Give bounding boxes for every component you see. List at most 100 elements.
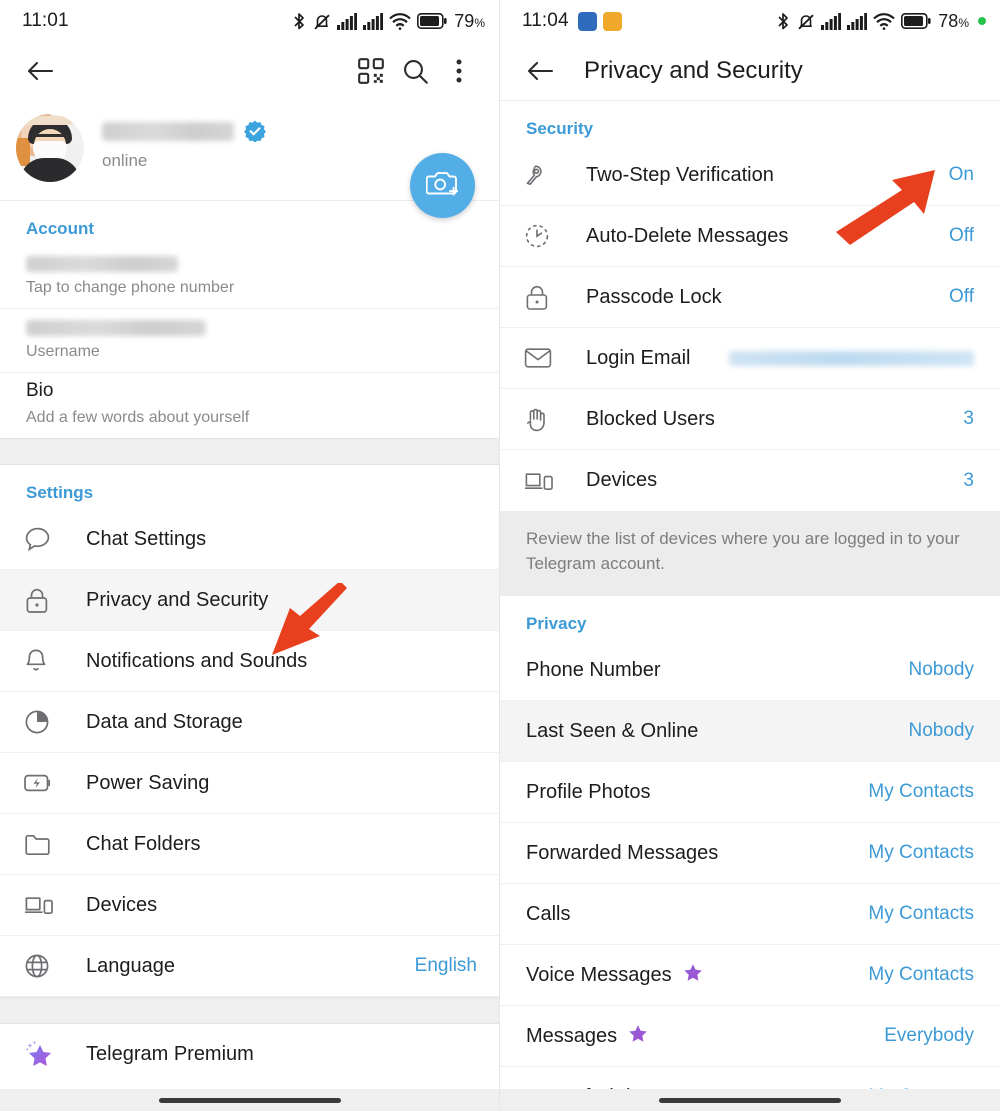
row-label: Login Email [586, 346, 691, 369]
language-value: English [414, 955, 477, 976]
signal-icon [847, 12, 868, 30]
settings-list: Chat Settings Privacy and Security Notif… [0, 509, 499, 997]
row-phone-number[interactable]: Phone Number Nobody [500, 640, 1000, 702]
back-arrow-icon[interactable] [518, 49, 562, 93]
mail-icon [524, 347, 558, 369]
status-time: 11:04 [522, 10, 569, 31]
row-label: Two-Step Verification [586, 163, 774, 186]
sidebar-item-telegram-premium[interactable]: Telegram Premium [0, 1024, 499, 1085]
profile-photos-privacy-value: My Contacts [868, 781, 974, 803]
profile-name-redacted [102, 121, 234, 141]
left-app-bar [0, 42, 499, 100]
row-messages[interactable]: Messages Everybody [500, 1006, 1000, 1068]
home-indicator[interactable] [159, 1097, 341, 1103]
right-pane-privacy-and-security: 11:04 78% Privacy and Security Security … [500, 0, 1000, 1111]
row-passcode-lock[interactable]: Passcode Lock Off [500, 267, 1000, 328]
system-nav-bar [0, 1089, 499, 1111]
account-row-subtitle: Add a few words about yourself [26, 409, 250, 426]
sidebar-item-label: Chat Folders [86, 832, 201, 855]
devices-note: Review the list of devices where you are… [500, 511, 1000, 597]
row-label: Last Seen & Online [526, 719, 699, 742]
last-seen-privacy-value: Nobody [908, 720, 975, 742]
wifi-icon [389, 12, 412, 30]
sidebar-item-chat-settings[interactable]: Chat Settings [0, 509, 499, 570]
home-indicator[interactable] [659, 1097, 841, 1103]
add-photo-icon [425, 168, 460, 203]
sidebar-item-language[interactable]: Language English [0, 936, 499, 997]
devices-icon [524, 470, 558, 492]
row-login-email[interactable]: Login Email [500, 328, 1000, 389]
row-profile-photos[interactable]: Profile Photos My Contacts [500, 762, 1000, 824]
sidebar-item-power-saving[interactable]: Power Saving [0, 753, 499, 814]
more-vertical-icon[interactable] [437, 49, 481, 93]
signal-icon [363, 12, 384, 30]
bluetooth-icon [775, 12, 791, 31]
forwarded-messages-privacy-value: My Contacts [868, 842, 974, 864]
signal-icon [821, 12, 842, 30]
account-row-subtitle: Username [26, 343, 100, 360]
section-gap [0, 997, 499, 1024]
row-label: Devices [586, 469, 658, 491]
voice-messages-privacy-value: My Contacts [868, 964, 974, 986]
account-row-phone[interactable]: Tap to change phone number [0, 245, 499, 309]
battery-bolt-icon [24, 773, 58, 793]
account-row-bio[interactable]: Bio Add a few words about yourself [0, 373, 499, 438]
wifi-icon [873, 12, 896, 30]
row-last-seen-and-online[interactable]: Last Seen & Online Nobody [500, 701, 1000, 763]
login-email-value-redacted [729, 350, 974, 366]
status-time: 11:01 [22, 10, 69, 31]
signal-icon [337, 12, 358, 30]
bluetooth-icon [291, 12, 307, 31]
status-indicators: 79% [291, 11, 485, 32]
vibrate-mute-icon [797, 12, 815, 31]
vibrate-mute-icon [313, 12, 331, 31]
profile-header[interactable]: online [0, 100, 499, 218]
row-forwarded-messages[interactable]: Forwarded Messages My Contacts [500, 823, 1000, 885]
avatar[interactable] [16, 114, 84, 182]
sidebar-item-label: Privacy and Security [86, 588, 269, 611]
devices-icon [24, 894, 58, 916]
passcode-lock-value: Off [949, 286, 974, 307]
bio-label: Bio [26, 380, 54, 401]
profile-name-row [102, 120, 266, 143]
sidebar-item-label: Notifications and Sounds [86, 649, 308, 672]
row-devices[interactable]: Devices 3 [500, 450, 1000, 511]
sidebar-item-devices[interactable]: Devices [0, 875, 499, 936]
sidebar-item-data-and-storage[interactable]: Data and Storage [0, 692, 499, 753]
sidebar-item-chat-folders[interactable]: Chat Folders [0, 814, 499, 875]
account-row-username[interactable]: Username [0, 309, 499, 373]
row-label: Profile Photos [526, 780, 651, 803]
auto-delete-messages-value: Off [949, 225, 974, 246]
row-blocked-users[interactable]: Blocked Users 3 [500, 389, 1000, 450]
account-list: Tap to change phone number Username Bio … [0, 245, 499, 438]
sidebar-item-notifications-and-sounds[interactable]: Notifications and Sounds [0, 631, 499, 692]
row-label: Calls [526, 902, 571, 925]
devices-count: 3 [963, 469, 974, 491]
pie-chart-icon [24, 709, 58, 735]
sidebar-item-privacy-and-security[interactable]: Privacy and Security [0, 570, 499, 631]
row-label: Auto-Delete Messages [586, 224, 789, 247]
row-two-step-verification[interactable]: Two-Step Verification On [500, 145, 1000, 206]
row-label: Voice Messages [526, 963, 672, 986]
battery-percent: 79% [454, 10, 485, 31]
status-indicators: 78% [775, 11, 986, 32]
two-step-verification-value: On [948, 164, 974, 185]
blocked-users-count: 3 [963, 408, 974, 429]
lock-icon [24, 587, 58, 614]
bell-icon [24, 648, 58, 675]
add-photo-button[interactable] [410, 153, 475, 218]
row-auto-delete-messages[interactable]: Auto-Delete Messages Off [500, 206, 1000, 267]
back-arrow-icon[interactable] [18, 49, 62, 93]
qr-code-icon[interactable] [349, 49, 393, 93]
row-label: Blocked Users [586, 407, 715, 430]
row-voice-messages[interactable]: Voice Messages My Contacts [500, 945, 1000, 1007]
search-icon[interactable] [393, 49, 437, 93]
timer-icon [524, 223, 558, 249]
lock-icon [524, 284, 558, 311]
row-calls[interactable]: Calls My Contacts [500, 884, 1000, 946]
tiki-app-icon [577, 11, 597, 31]
sidebar-item-label: Power Saving [86, 771, 210, 794]
folder-icon [24, 833, 58, 856]
row-label: Passcode Lock [586, 285, 722, 308]
hand-icon [524, 406, 558, 433]
